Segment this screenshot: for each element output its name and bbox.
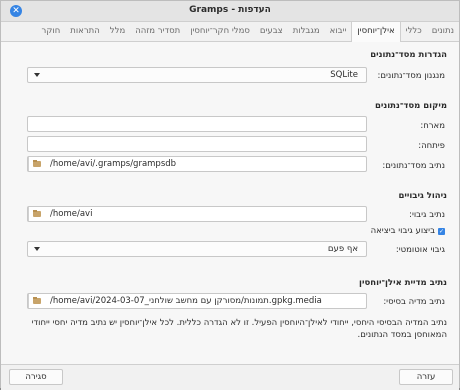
tab-import[interactable]: ייבוא xyxy=(325,22,352,41)
tab-family-tree[interactable]: אילן־יוחסין xyxy=(351,22,401,42)
backup-path-value: /home/avi xyxy=(50,209,93,219)
folder-icon[interactable] xyxy=(28,157,45,171)
port-field[interactable] xyxy=(27,136,367,152)
preferences-window: ✕ Gramps - העדפות נתונים כללי אילן־יוחסי… xyxy=(0,0,460,390)
tab-general[interactable]: כללי xyxy=(401,22,427,41)
port-label: פיתחה: xyxy=(418,141,445,151)
window-title: Gramps - העדפות xyxy=(189,5,271,15)
tab-limits[interactable]: מגבלות xyxy=(288,22,325,41)
tab-warnings[interactable]: התראות xyxy=(65,22,105,41)
chevron-down-icon xyxy=(34,73,40,77)
media-title: נתיב מדיית אילן־יוחסין xyxy=(359,278,447,288)
tab-genealogy-symbols[interactable]: סמלי חקר־יוחסין xyxy=(185,22,255,41)
button-bar: סגירה עזרה xyxy=(1,364,459,390)
backup-on-exit-label[interactable]: ביצוע גיבוי ביציאה xyxy=(371,226,435,236)
auto-backup-value: אף פעם xyxy=(327,244,358,254)
media-description: נתיב המדיה הבסיסי היחסי, ייחודי לאילן־הי… xyxy=(31,318,447,340)
tab-bar: נתונים כללי אילן־יוחסין ייבוא מגבלות צבע… xyxy=(1,22,459,42)
folder-icon[interactable] xyxy=(28,207,45,221)
backend-label: מנגנון מסד־נתונים: xyxy=(377,71,445,81)
tab-researcher[interactable]: חוקר xyxy=(37,22,66,41)
auto-backup-label: גיבוי אוטומטי: xyxy=(395,245,445,255)
db-settings-title: הגדרות מסד־נתונים xyxy=(370,50,447,60)
backup-path-field[interactable]: /home/avi xyxy=(27,206,367,222)
backend-select[interactable]: SQLite xyxy=(27,67,367,83)
tab-text[interactable]: מלל xyxy=(105,22,130,41)
host-field[interactable] xyxy=(27,116,367,132)
db-path-label: נתיב מסד־נתונים: xyxy=(382,161,445,171)
folder-icon[interactable] xyxy=(28,294,45,308)
tab-id-formats[interactable]: תסדיר מזהה xyxy=(130,22,185,41)
backend-value: SQLite xyxy=(330,70,358,80)
close-button[interactable]: סגירה xyxy=(9,369,63,385)
media-base-field[interactable]: /home/avi/2024-03-07_תמונות/מסורקן עם מח… xyxy=(27,293,367,309)
db-path-value: /home/avi/.gramps/grampsdb xyxy=(50,159,177,169)
backup-on-exit-checkbox[interactable]: ✓ xyxy=(438,228,445,235)
backup-title: ניהול גיבויים xyxy=(398,191,447,201)
title-bar: ✕ Gramps - העדפות xyxy=(1,1,459,22)
host-label: מארח: xyxy=(420,121,445,131)
db-path-field[interactable]: /home/avi/.gramps/grampsdb xyxy=(27,156,367,172)
help-button[interactable]: עזרה xyxy=(399,369,453,385)
tab-content: הגדרות מסד־נתונים מנגנון מסד־נתונים: SQL… xyxy=(1,42,459,362)
media-base-label: נתיב מדיה בסיסי: xyxy=(383,297,445,307)
tab-data[interactable]: נתונים xyxy=(427,22,459,41)
chevron-down-icon xyxy=(34,247,40,251)
tab-colors[interactable]: צבעים xyxy=(255,22,288,41)
auto-backup-select[interactable]: אף פעם xyxy=(27,241,367,257)
backup-path-label: נתיב גיבוי: xyxy=(409,210,445,220)
db-location-title: מיקום מסד־נתונים xyxy=(374,101,447,111)
media-base-value: /home/avi/2024-03-07_תמונות/מסורקן עם מח… xyxy=(50,296,322,306)
